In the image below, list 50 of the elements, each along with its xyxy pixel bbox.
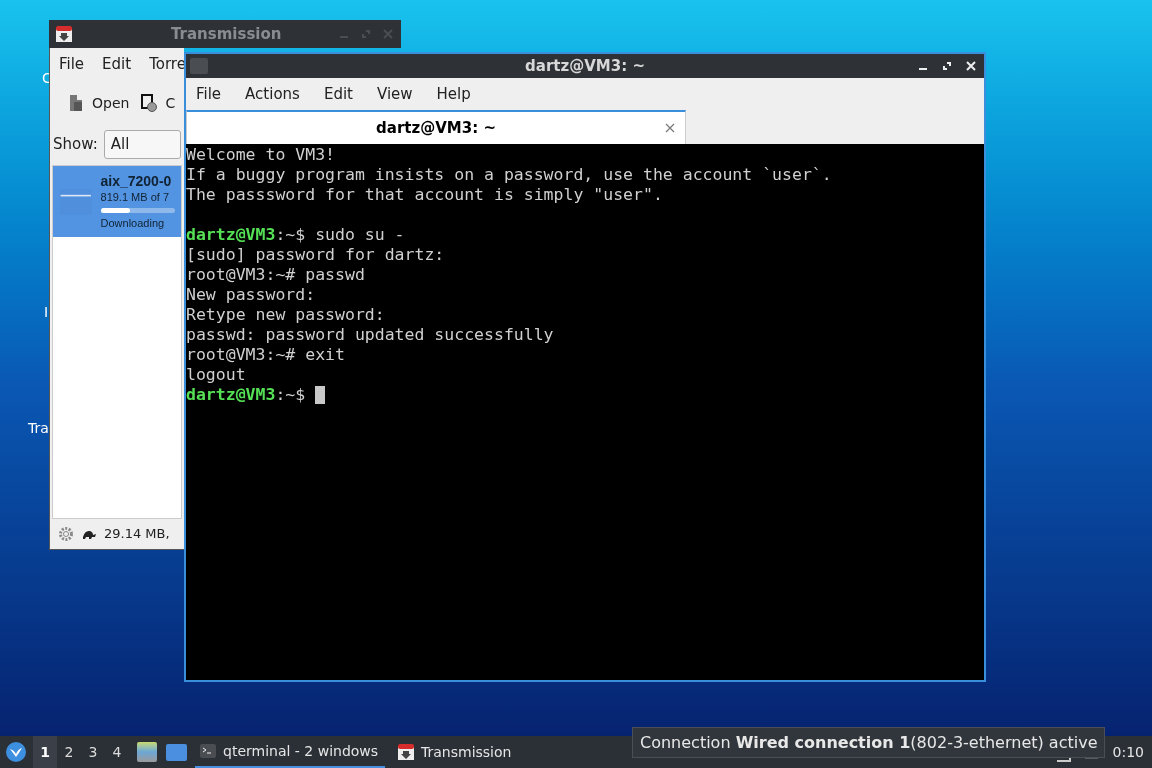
menu-item[interactable]: Help (436, 82, 471, 106)
settings-icon[interactable] (58, 526, 74, 542)
toolbar-button[interactable]: C (141, 92, 176, 114)
desktop-icon-label[interactable]: I (44, 302, 49, 323)
menu-item[interactable]: Edit (102, 52, 132, 76)
desktop-switch-button[interactable]: 2 (57, 736, 81, 768)
terminal-line: Welcome to VM3! (186, 145, 335, 165)
menu-item[interactable]: Edit (323, 82, 353, 106)
terminal-line: [sudo] password for dartz: (186, 245, 445, 265)
tooltip: Connection Wired connection 1(802-3-ethernet) active (632, 727, 1106, 758)
terminal-line: passwd: password updated successfully (186, 325, 554, 345)
terminal-line: root@VM3:~# exit (186, 345, 345, 365)
desktop-switch-button[interactable]: 3 (81, 736, 105, 768)
menu-item[interactable]: Actions (245, 82, 300, 106)
app-icon (55, 25, 73, 43)
turtle-icon[interactable] (82, 529, 96, 539)
terminal-line: New password: (186, 285, 316, 305)
clock: 0:10 (1112, 742, 1144, 762)
folder-icon[interactable] (166, 743, 187, 761)
start-menu-icon[interactable] (5, 741, 27, 763)
terminal-line: Retype new password: (186, 305, 385, 325)
torrent-size: 819.1 MB of 7 (100, 189, 170, 205)
torrent-name: aix_7200-0 (100, 172, 173, 190)
desktop-switch-button[interactable]: 4 (105, 736, 129, 768)
terminal-line: logout (186, 365, 246, 385)
torrent-status: Downloading (100, 215, 166, 231)
document-icon (68, 94, 84, 112)
terminal-line: If a buggy program insists on a password, use the account `user`. (186, 165, 832, 185)
menu-item[interactable]: View (376, 82, 413, 106)
desktop-switch-button[interactable]: 1 (33, 736, 57, 768)
window-title: Transmission (171, 23, 282, 45)
taskbar-button[interactable]: qterminal - 2 windows (195, 736, 385, 768)
terminal-line: The passsword for that account is simply "user". (186, 185, 663, 205)
desktop-icon-label[interactable]: Tra (28, 418, 49, 439)
terminal-line: root@VM3:~# passwd (186, 265, 365, 285)
menu-item[interactable]: File (59, 52, 85, 76)
document-gear-icon (141, 94, 158, 112)
transfer-speed: 29.14 MB, (104, 525, 170, 544)
terminal-line: dartz@VM3:~$ (186, 385, 307, 405)
menu-item[interactable]: File (196, 82, 222, 106)
download-icon (397, 743, 415, 761)
toolbar-button[interactable]: Open (68, 92, 130, 114)
filter-label: Show: (53, 133, 98, 155)
taskbar-button[interactable]: Transmission (393, 736, 543, 768)
filter-dropdown[interactable]: All (103, 129, 181, 159)
maximize-icon[interactable] (942, 61, 952, 71)
terminal-tab[interactable]: dartz@VM3: ~ (186, 110, 686, 144)
window-title: dartz@VM3: ~ (525, 55, 645, 77)
torrent-row[interactable]: aix_7200-0 819.1 MB of 7 Downloading (53, 166, 181, 237)
terminal-line: dartz@VM3:~$ sudo su - (186, 225, 405, 245)
